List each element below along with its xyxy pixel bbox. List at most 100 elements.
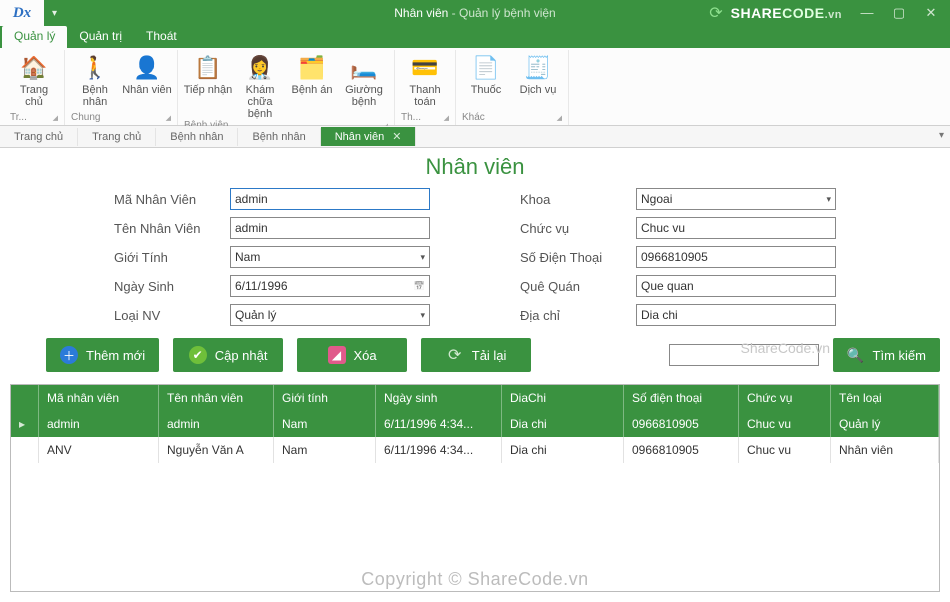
ribbon-body: 🏠Trang chủTr...🚶Bệnh nhân👤Nhân viênChung… xyxy=(0,48,950,126)
table-row[interactable]: ▸adminadminNam6/11/1996 4:34...Dia chi09… xyxy=(11,411,939,437)
grid-column-header[interactable]: Tên nhân viên xyxy=(159,385,274,411)
chevron-down-icon: ▾ xyxy=(420,310,425,321)
grid-cell: Dia chi xyxy=(502,411,624,437)
field-staff-name[interactable]: admin xyxy=(230,217,430,239)
action-bar: ＋ Thêm mới ✔ Cập nhật ◢ Xóa ⟳ Tải lại 🔍 … xyxy=(10,338,940,384)
ribbon-bed[interactable]: 🛏️Giường bệnh xyxy=(338,50,390,120)
search-icon: 🔍 xyxy=(847,346,865,364)
ribbon-button-label: Thanh toán xyxy=(409,84,440,108)
doctabs-overflow-icon[interactable]: ▾ xyxy=(939,130,944,141)
reload-button[interactable]: ⟳ Tải lại xyxy=(421,338,531,372)
ribbon-home-icon: 🏠 xyxy=(18,52,50,84)
table-row[interactable]: ANVNguyễn Văn ANam6/11/1996 4:34...Dia c… xyxy=(11,437,939,463)
field-staff-id-value: admin xyxy=(235,192,268,206)
ribbon-group: 🏠Trang chủTr... xyxy=(4,50,65,125)
grid-cell: Nhân viên xyxy=(831,437,939,463)
ribbon-staff[interactable]: 👤Nhân viên xyxy=(121,50,173,112)
ribbon-patient-icon: 🚶 xyxy=(79,52,111,84)
grid-column-header[interactable]: DiaChi xyxy=(502,385,624,411)
grid-cell: 0966810905 xyxy=(624,437,739,463)
search-button[interactable]: 🔍 Tìm kiếm xyxy=(833,338,940,372)
field-staff-name-label: Tên Nhân Viên xyxy=(114,221,224,236)
chevron-down-icon: ▾ xyxy=(826,194,831,205)
field-position[interactable]: Chuc vu xyxy=(636,217,836,239)
field-phone-value: 0966810905 xyxy=(641,250,708,264)
ribbon-button-label: Khám chữa bệnh xyxy=(234,84,286,120)
ribbon-tab-quản-trị[interactable]: Quản trị xyxy=(67,26,134,48)
field-department-label: Khoa xyxy=(520,192,630,207)
grid-column-header[interactable]: Giới tính xyxy=(274,385,376,411)
field-staff-type-label: Loại NV xyxy=(114,308,224,323)
field-staff-type-value: Quản lý xyxy=(235,308,276,322)
calendar-icon: 📅 xyxy=(414,281,425,292)
ribbon-medicine[interactable]: 📄Thuốc xyxy=(460,50,512,112)
field-department[interactable]: Ngoai▾ xyxy=(636,188,836,210)
doc-tab[interactable]: Trang chủ xyxy=(78,128,156,146)
reload-icon: ⟳ xyxy=(446,346,464,364)
quick-access-toolbar[interactable]: ▾ xyxy=(44,8,65,19)
ribbon-patient[interactable]: 🚶Bệnh nhân xyxy=(69,50,121,112)
ribbon-tabs: Quản lýQuản trịThoát xyxy=(0,26,950,48)
doc-tab[interactable]: Trang chủ xyxy=(0,128,78,146)
maximize-button[interactable]: ▢ xyxy=(888,1,910,25)
ribbon-group-label: Th... xyxy=(399,112,451,125)
grid-row-marker-header xyxy=(11,385,39,411)
row-marker: ▸ xyxy=(11,411,39,437)
ribbon-exam[interactable]: 👩‍⚕️Khám chữa bệnh xyxy=(234,50,286,120)
ribbon-tab-quản-lý[interactable]: Quản lý xyxy=(2,26,67,48)
search-input[interactable] xyxy=(669,344,819,366)
doc-tab[interactable]: Bệnh nhân xyxy=(238,128,320,146)
close-tab-icon[interactable]: ✕ xyxy=(392,130,401,143)
doc-tab[interactable]: Nhân viên✕ xyxy=(321,127,417,146)
eraser-icon: ◢ xyxy=(328,346,346,364)
ribbon-group-label: Khác xyxy=(460,112,564,125)
minimize-button[interactable]: — xyxy=(856,1,878,25)
field-staff-id-label: Mã Nhân Viên xyxy=(114,192,224,207)
close-button[interactable]: ✕ xyxy=(920,1,942,25)
field-gender[interactable]: Nam▾ xyxy=(230,246,430,268)
data-grid[interactable]: Mã nhân viênTên nhân viênGiới tínhNgày s… xyxy=(10,384,940,592)
field-address-value: Dia chi xyxy=(641,308,678,322)
page-title: Nhân viên xyxy=(10,154,940,180)
ribbon-group: 💳Thanh toánTh... xyxy=(395,50,456,125)
grid-cell: Nam xyxy=(274,411,376,437)
ribbon-tab-thoát[interactable]: Thoát xyxy=(134,26,189,48)
ribbon-payment[interactable]: 💳Thanh toán xyxy=(399,50,451,112)
field-staff-type[interactable]: Quản lý ▾ xyxy=(230,304,430,326)
grid-column-header[interactable]: Mã nhân viên xyxy=(39,385,159,411)
app-logo[interactable]: Dx xyxy=(0,0,44,26)
ribbon-button-label: Trang chủ xyxy=(20,84,48,108)
qat-dropdown-icon[interactable]: ▾ xyxy=(52,8,57,19)
doc-tab[interactable]: Bệnh nhân xyxy=(156,128,238,146)
field-hometown[interactable]: Que quan xyxy=(636,275,836,297)
grid-column-header[interactable]: Ngày sinh xyxy=(376,385,502,411)
update-button[interactable]: ✔ Cập nhật xyxy=(173,338,283,372)
title-bar: Dx ▾ Nhân viên - Quản lý bệnh viện ⟳ SHA… xyxy=(0,0,950,26)
grid-column-header[interactable]: Chức vụ xyxy=(739,385,831,411)
grid-cell: Chuc vu xyxy=(739,437,831,463)
grid-cell: Chuc vu xyxy=(739,411,831,437)
ribbon-button-label: Tiếp nhận xyxy=(184,84,233,96)
grid-cell: admin xyxy=(39,411,159,437)
grid-cell: admin xyxy=(159,411,274,437)
ribbon-service[interactable]: 🧾Dịch vụ xyxy=(512,50,564,112)
delete-button[interactable]: ◢ Xóa xyxy=(297,338,407,372)
field-birthdate[interactable]: 6/11/1996📅 xyxy=(230,275,430,297)
add-button[interactable]: ＋ Thêm mới xyxy=(46,338,159,372)
ribbon-group: 📄Thuốc🧾Dịch vụKhác xyxy=(456,50,569,125)
ribbon-record[interactable]: 🗂️Bệnh án xyxy=(286,50,338,120)
grid-column-header[interactable]: Tên loại xyxy=(831,385,939,411)
field-address-label: Địa chỉ xyxy=(520,308,630,323)
field-phone[interactable]: 0966810905 xyxy=(636,246,836,268)
grid-column-header[interactable]: Số điện thoại xyxy=(624,385,739,411)
ribbon-reception[interactable]: 📋Tiếp nhận xyxy=(182,50,234,120)
ribbon-payment-icon: 💳 xyxy=(409,52,441,84)
field-staff-id[interactable]: admin xyxy=(230,188,430,210)
grid-cell: Nguyễn Văn A xyxy=(159,437,274,463)
ribbon-home[interactable]: 🏠Trang chủ xyxy=(8,50,60,112)
ribbon-group-label: Chung xyxy=(69,112,173,125)
ribbon-exam-icon: 👩‍⚕️ xyxy=(244,52,276,84)
field-address[interactable]: Dia chi xyxy=(636,304,836,326)
grid-cell: 6/11/1996 4:34... xyxy=(376,437,502,463)
form-area: Mã Nhân ViênadminTên Nhân ViênadminGiới … xyxy=(10,186,940,338)
